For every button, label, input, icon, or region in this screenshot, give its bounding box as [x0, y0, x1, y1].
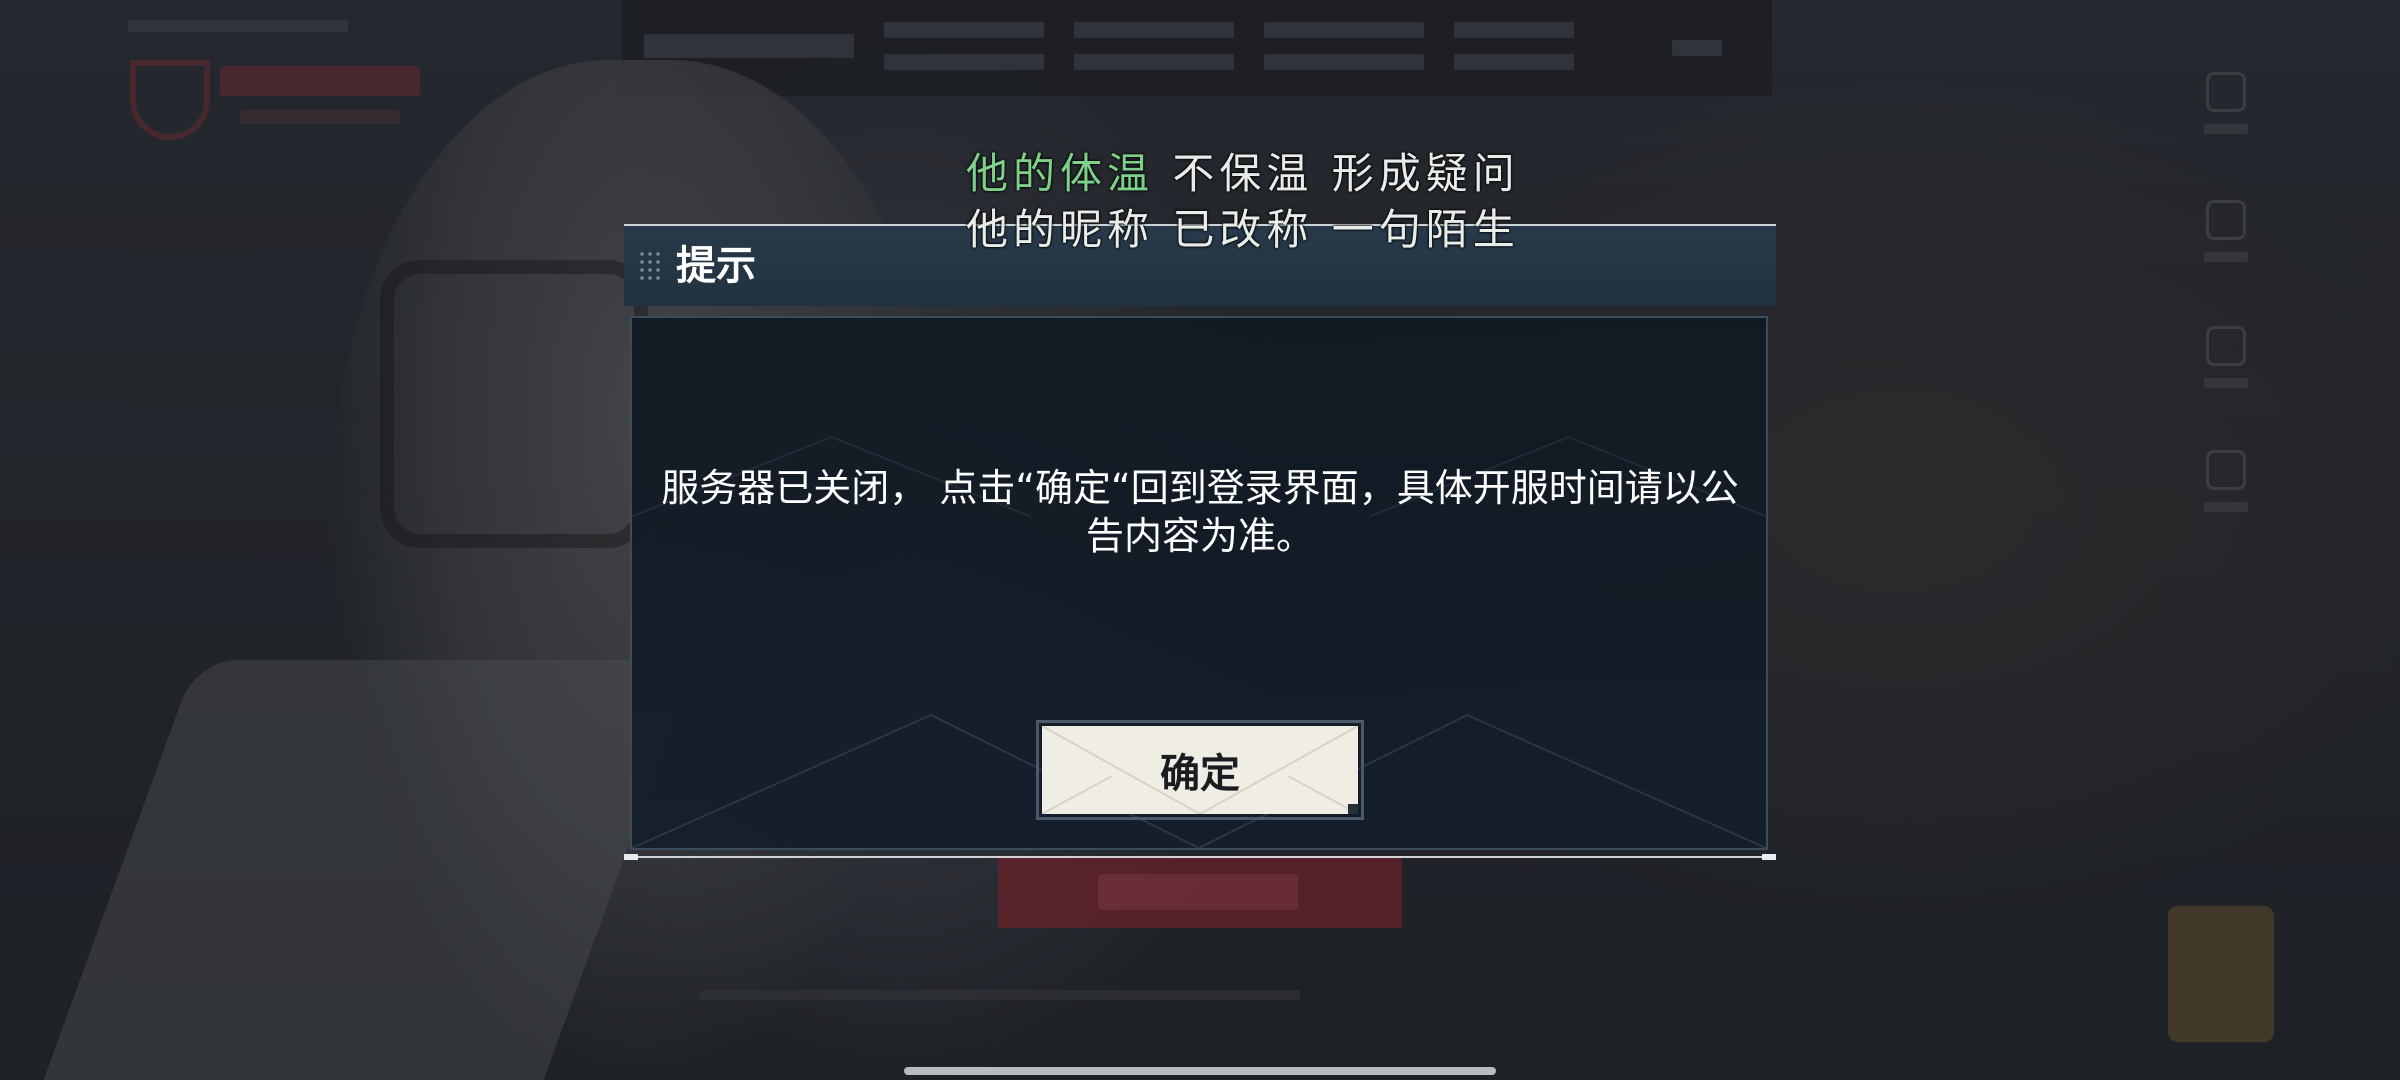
game-logo	[120, 60, 440, 150]
background-banner	[622, 0, 1772, 96]
lyric-line-1-rest: 不保温 形成疑问	[1154, 149, 1520, 198]
button-corner-mark	[1348, 804, 1358, 814]
age-rating-badge	[2168, 906, 2274, 1042]
dialog-corner-right	[1762, 854, 1776, 860]
dialog-bottom-border	[624, 856, 1776, 858]
lyric-line-2: 他的昵称 已改称 一句陌生	[966, 205, 1520, 254]
account-icon	[2206, 450, 2246, 490]
notice-dialog: 提示 服务器已关闭， 点击“确定“回到登录界面，具体开服时间请以公告内容为准。 …	[624, 224, 1776, 860]
game-screen: 他的体温 不保温 形成疑问 他的昵称 已改称 一句陌生 提示 服务器已关闭， 点…	[0, 0, 2400, 1080]
confirm-button-face[interactable]: 确定	[1042, 726, 1358, 814]
drag-handle-icon[interactable]	[638, 250, 660, 284]
settings-icon	[2206, 72, 2246, 112]
lyrics-overlay: 他的体温 不保温 形成疑问 他的昵称 已改称 一句陌生	[966, 146, 1566, 258]
home-indicator[interactable]	[904, 1067, 1496, 1075]
dialog-title: 提示	[676, 243, 756, 289]
lyric-line-1-highlight: 他的体温	[966, 149, 1155, 198]
confirm-button-label: 确定	[1160, 751, 1240, 797]
edit-icon	[2206, 200, 2246, 240]
enter-game-button-background	[998, 856, 1402, 928]
logo-shield-icon	[130, 60, 210, 140]
background-top-text	[128, 20, 348, 32]
scan-icon	[2206, 326, 2246, 366]
dialog-corner-left	[624, 854, 638, 860]
lyric-line-1: 他的体温 不保温 形成疑问	[966, 146, 1566, 202]
background-glasses	[380, 260, 648, 548]
confirm-button[interactable]: 确定	[1036, 720, 1364, 820]
background-footer-text	[700, 990, 1300, 1000]
dialog-message: 服务器已关闭， 点击“确定“回到登录界面，具体开服时间请以公告内容为准。	[661, 466, 1739, 558]
